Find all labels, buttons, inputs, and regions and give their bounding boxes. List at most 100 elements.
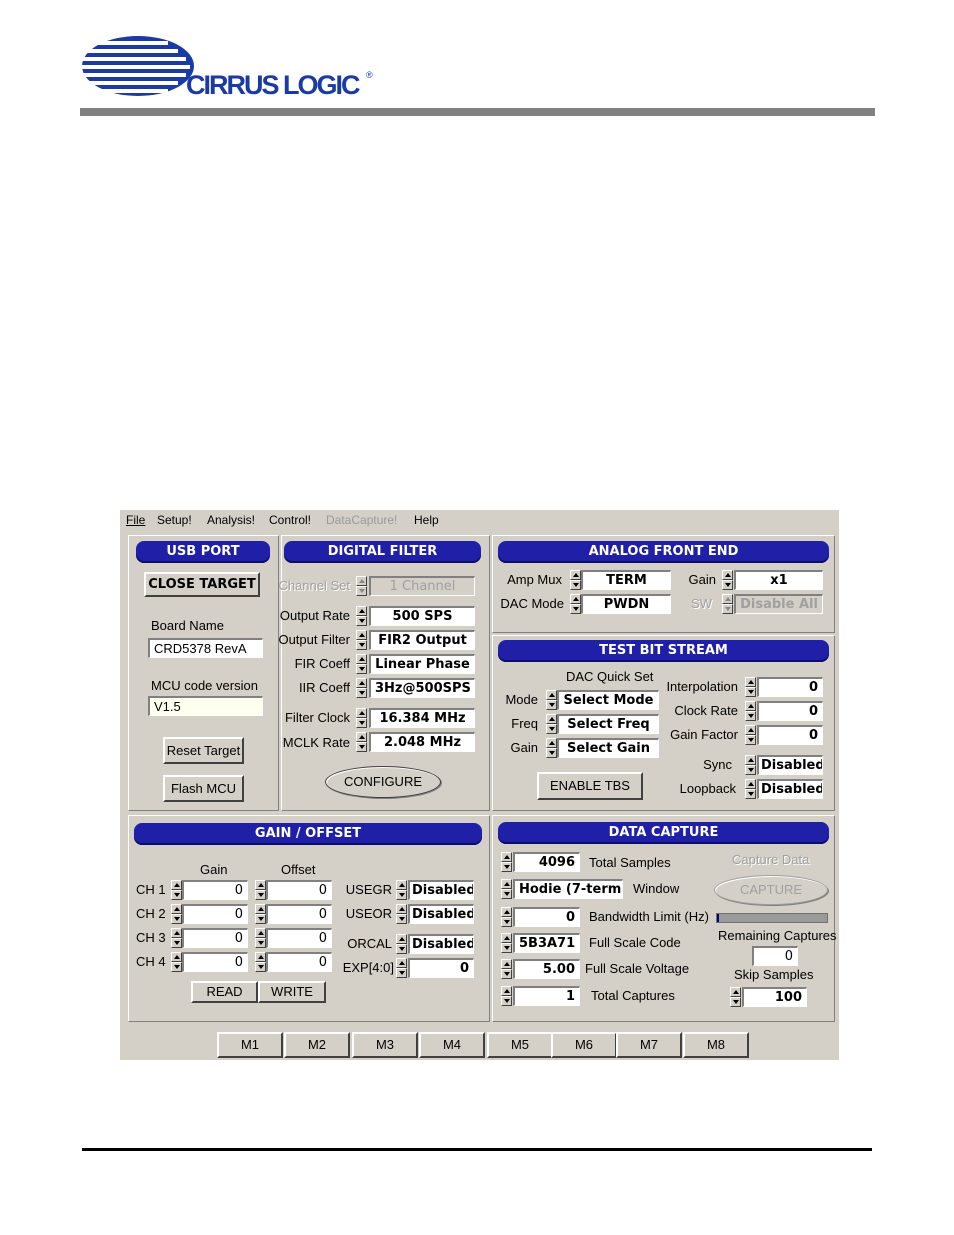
- tbs-gain-spinner[interactable]: [546, 738, 557, 758]
- filter-clock-field[interactable]: 16.384 MHz: [369, 708, 475, 728]
- remaining-captures-label: Remaining Captures: [718, 928, 837, 943]
- ch1-gain-field[interactable]: 0: [182, 880, 248, 900]
- tbs-mode-spinner[interactable]: [546, 690, 557, 710]
- output-filter-field[interactable]: FIR2 Output: [369, 630, 475, 650]
- reset-target-button[interactable]: Reset Target: [163, 737, 244, 764]
- output-filter-spinner[interactable]: [356, 630, 367, 650]
- tbs-mode-field[interactable]: Select Mode: [557, 690, 659, 710]
- macro-button-m4[interactable]: M4: [419, 1032, 485, 1058]
- sync-spinner[interactable]: [745, 755, 756, 775]
- ch4-offset-field[interactable]: 0: [266, 952, 332, 972]
- write-button[interactable]: WRITE: [258, 981, 326, 1003]
- loopback-spinner[interactable]: [745, 779, 756, 799]
- output-rate-spinner[interactable]: [356, 606, 367, 626]
- interpolation-field[interactable]: 0: [757, 677, 823, 697]
- mcu-version-label: MCU code version: [151, 678, 258, 693]
- iir-coeff-field[interactable]: 3Hz@500SPS: [369, 678, 475, 698]
- filter-clock-spinner[interactable]: [356, 708, 367, 728]
- clock-rate-field[interactable]: 0: [757, 701, 823, 721]
- ch2-gain-spinner[interactable]: [171, 904, 182, 924]
- loopback-field[interactable]: Disabled: [757, 779, 823, 799]
- orcal-spinner[interactable]: [396, 934, 407, 954]
- useor-spinner[interactable]: [396, 904, 407, 924]
- ch3-gain-field[interactable]: 0: [182, 928, 248, 948]
- window-spinner[interactable]: [501, 879, 512, 899]
- menu-analysis[interactable]: Analysis!: [207, 513, 255, 527]
- macro-button-m8[interactable]: M8: [683, 1032, 749, 1058]
- amp-mux-field[interactable]: TERM: [581, 570, 671, 590]
- iir-coeff-spinner[interactable]: [356, 678, 367, 698]
- exp-field[interactable]: 0: [408, 958, 474, 978]
- ch4-offset-spinner[interactable]: [255, 952, 266, 972]
- menu-control[interactable]: Control!: [269, 513, 311, 527]
- total-captures-field[interactable]: 1: [513, 986, 580, 1006]
- tbs-gain-field[interactable]: Select Gain: [557, 738, 659, 758]
- dac-mode-spinner[interactable]: [570, 594, 581, 614]
- interpolation-spinner[interactable]: [745, 677, 756, 697]
- ch2-offset-field[interactable]: 0: [266, 904, 332, 924]
- ch1-offset-field[interactable]: 0: [266, 880, 332, 900]
- skip-samples-field[interactable]: 100: [742, 987, 807, 1007]
- ch1-offset-spinner[interactable]: [255, 880, 266, 900]
- total-samples-spinner[interactable]: [501, 852, 512, 872]
- macro-button-m2[interactable]: M2: [284, 1032, 350, 1058]
- fir-coeff-field[interactable]: Linear Phase: [369, 654, 475, 674]
- ch3-offset-spinner[interactable]: [255, 928, 266, 948]
- close-target-button[interactable]: CLOSE TARGET: [144, 572, 260, 597]
- macro-button-m3[interactable]: M3: [352, 1032, 418, 1058]
- sync-field[interactable]: Disabled: [757, 755, 823, 775]
- usegr-field[interactable]: Disabled: [408, 880, 474, 900]
- fs-voltage-spinner[interactable]: [501, 959, 512, 979]
- bandwidth-spinner[interactable]: [501, 907, 512, 927]
- ch3-offset-field[interactable]: 0: [266, 928, 332, 948]
- skip-samples-spinner[interactable]: [730, 987, 741, 1007]
- tbs-freq-spinner[interactable]: [546, 714, 557, 734]
- fs-code-field[interactable]: 5B3A71: [513, 933, 580, 953]
- exp-spinner[interactable]: [396, 958, 407, 978]
- board-name-field[interactable]: CRD5378 RevA: [148, 638, 263, 658]
- menu-help[interactable]: Help: [414, 513, 439, 527]
- ch4-gain-spinner[interactable]: [171, 952, 182, 972]
- afe-gain-field[interactable]: x1: [734, 570, 823, 590]
- tbs-freq-field[interactable]: Select Freq: [557, 714, 659, 734]
- ch4-gain-field[interactable]: 0: [182, 952, 248, 972]
- total-samples-field[interactable]: 4096: [513, 852, 580, 872]
- header-rule: [80, 108, 875, 116]
- menu-file[interactable]: File: [126, 513, 145, 527]
- mclk-rate-field[interactable]: 2.048 MHz: [369, 732, 475, 752]
- output-rate-label: Output Rate: [279, 608, 350, 623]
- macro-button-m7[interactable]: M7: [616, 1032, 682, 1058]
- orcal-field[interactable]: Disabled: [408, 934, 474, 954]
- useor-field[interactable]: Disabled: [408, 904, 474, 924]
- window-field[interactable]: Hodie (7-term): [513, 879, 623, 899]
- ch3-gain-spinner[interactable]: [171, 928, 182, 948]
- ch2-gain-field[interactable]: 0: [182, 904, 248, 924]
- interpolation-label: Interpolation: [666, 679, 738, 694]
- gain-factor-field[interactable]: 0: [757, 725, 823, 745]
- clock-rate-spinner[interactable]: [745, 701, 756, 721]
- fir-coeff-spinner[interactable]: [356, 654, 367, 674]
- configure-button[interactable]: CONFIGURE: [325, 766, 441, 798]
- fs-code-spinner[interactable]: [501, 933, 512, 953]
- usegr-spinner[interactable]: [396, 880, 407, 900]
- enable-tbs-button[interactable]: ENABLE TBS: [537, 772, 643, 800]
- afe-gain-spinner[interactable]: [722, 570, 733, 590]
- capture-data-label: Capture Data: [732, 852, 810, 867]
- gain-factor-spinner[interactable]: [745, 725, 756, 745]
- output-rate-field[interactable]: 500 SPS: [369, 606, 475, 626]
- mclk-rate-spinner[interactable]: [356, 732, 367, 752]
- dac-mode-field[interactable]: PWDN: [581, 594, 671, 614]
- total-captures-spinner[interactable]: [501, 986, 512, 1006]
- ch1-gain-spinner[interactable]: [171, 880, 182, 900]
- ch2-offset-spinner[interactable]: [255, 904, 266, 924]
- macro-button-m6[interactable]: M6: [551, 1032, 617, 1058]
- mcu-version-field[interactable]: V1.5: [148, 696, 263, 716]
- bandwidth-field[interactable]: 0: [513, 907, 580, 927]
- macro-button-m1[interactable]: M1: [217, 1032, 283, 1058]
- menu-setup[interactable]: Setup!: [157, 513, 192, 527]
- fs-voltage-field[interactable]: 5.00: [513, 959, 580, 979]
- amp-mux-spinner[interactable]: [570, 570, 581, 590]
- flash-mcu-button[interactable]: Flash MCU: [163, 775, 244, 802]
- read-button[interactable]: READ: [191, 981, 258, 1003]
- macro-button-m5[interactable]: M5: [487, 1032, 553, 1058]
